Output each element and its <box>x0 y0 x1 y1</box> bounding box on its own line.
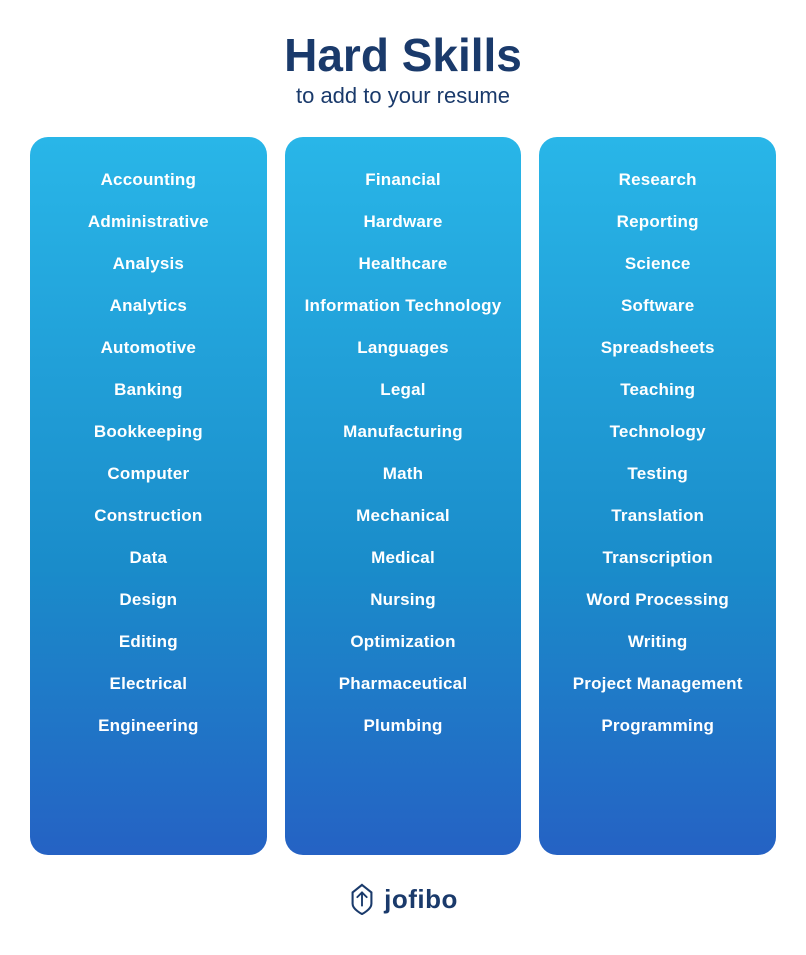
skill-item: Research <box>549 159 766 201</box>
brand-name: jofibo <box>384 884 458 915</box>
page-subtitle: to add to your resume <box>284 83 522 109</box>
footer: jofibo <box>348 883 458 915</box>
skill-item: Mechanical <box>295 495 512 537</box>
skill-item: Spreadsheets <box>549 327 766 369</box>
page-title: Hard Skills <box>284 30 522 81</box>
skill-item: Healthcare <box>295 243 512 285</box>
skill-item: Optimization <box>295 621 512 663</box>
skill-item: Reporting <box>549 201 766 243</box>
skill-item: Writing <box>549 621 766 663</box>
skill-item: Teaching <box>549 369 766 411</box>
skill-item: Languages <box>295 327 512 369</box>
skill-item: Data <box>40 537 257 579</box>
skill-item: Software <box>549 285 766 327</box>
skill-item: Information Technology <box>295 285 512 327</box>
skill-item: Editing <box>40 621 257 663</box>
skill-item: Financial <box>295 159 512 201</box>
column-1: AccountingAdministrativeAnalysisAnalytic… <box>30 137 267 855</box>
skill-item: Math <box>295 453 512 495</box>
skill-item: Design <box>40 579 257 621</box>
skill-item: Engineering <box>40 705 257 747</box>
column-3: ResearchReportingScienceSoftwareSpreadsh… <box>539 137 776 855</box>
main-card: Hard Skills to add to your resume Accoun… <box>0 0 806 955</box>
jofibo-logo-icon <box>348 883 376 915</box>
skill-item: Manufacturing <box>295 411 512 453</box>
skill-item: Transcription <box>549 537 766 579</box>
skill-item: Automotive <box>40 327 257 369</box>
column-2: FinancialHardwareHealthcareInformation T… <box>285 137 522 855</box>
skill-item: Construction <box>40 495 257 537</box>
skill-item: Hardware <box>295 201 512 243</box>
skill-item: Accounting <box>40 159 257 201</box>
skill-item: Pharmaceutical <box>295 663 512 705</box>
skill-item: Project Management <box>549 663 766 705</box>
header: Hard Skills to add to your resume <box>284 30 522 109</box>
skill-item: Computer <box>40 453 257 495</box>
skill-item: Legal <box>295 369 512 411</box>
skill-item: Translation <box>549 495 766 537</box>
skill-item: Word Processing <box>549 579 766 621</box>
skill-item: Analytics <box>40 285 257 327</box>
skill-item: Medical <box>295 537 512 579</box>
skill-item: Electrical <box>40 663 257 705</box>
skill-item: Plumbing <box>295 705 512 747</box>
skill-item: Testing <box>549 453 766 495</box>
skill-item: Bookkeeping <box>40 411 257 453</box>
skill-item: Science <box>549 243 766 285</box>
skill-item: Administrative <box>40 201 257 243</box>
skill-item: Nursing <box>295 579 512 621</box>
skill-item: Analysis <box>40 243 257 285</box>
columns-wrapper: AccountingAdministrativeAnalysisAnalytic… <box>30 137 776 855</box>
skill-item: Technology <box>549 411 766 453</box>
skill-item: Programming <box>549 705 766 747</box>
skill-item: Banking <box>40 369 257 411</box>
